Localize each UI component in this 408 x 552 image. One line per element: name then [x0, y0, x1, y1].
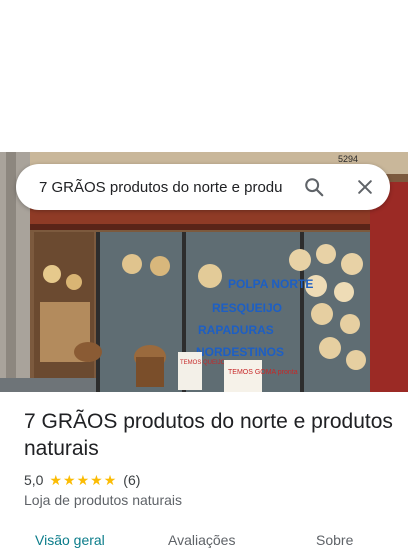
star-icon: ★	[49, 472, 63, 488]
search-icon[interactable]	[302, 175, 326, 199]
star-icon: ★	[103, 472, 117, 488]
place-tabs: Visão geral Avaliações Sobre	[0, 528, 408, 552]
window-text-2: RESQUEIJO	[212, 301, 282, 315]
sign-goma: TEMOS GOMA pronta	[228, 369, 298, 376]
window-text-4: NORDESTINOS	[196, 345, 284, 359]
map-blank-area	[0, 0, 408, 152]
window-text-3: RAPADURAS	[198, 323, 274, 337]
close-icon[interactable]	[353, 175, 377, 199]
rating-row[interactable]: 5,0 ★ ★ ★ ★ ★ (6)	[24, 472, 394, 488]
review-count[interactable]: (6)	[123, 472, 140, 488]
place-name: 7 GRÃOS produtos do norte e produtos nat…	[24, 410, 393, 460]
star-icon: ★	[90, 472, 103, 488]
search-bar[interactable]	[16, 164, 390, 210]
tab-about[interactable]: Sobre	[316, 532, 353, 548]
place-info: 7 GRÃOS produtos do norte e produtos nat…	[24, 408, 394, 508]
store-number: 5294	[338, 154, 358, 164]
rating-value: 5,0	[24, 472, 44, 488]
star-icon: ★	[63, 472, 76, 488]
sign-queijo: TEMOS QUEIJO	[180, 360, 226, 366]
place-category[interactable]: Loja de produtos naturais	[24, 492, 394, 508]
tab-reviews[interactable]: Avaliações	[168, 532, 235, 548]
star-icon: ★	[76, 472, 90, 488]
tab-overview[interactable]: Visão geral	[35, 532, 105, 548]
rating-stars: ★ ★ ★ ★ ★	[49, 473, 117, 487]
window-text-1: POLPA NORTE	[228, 277, 313, 291]
search-input[interactable]	[39, 178, 289, 196]
